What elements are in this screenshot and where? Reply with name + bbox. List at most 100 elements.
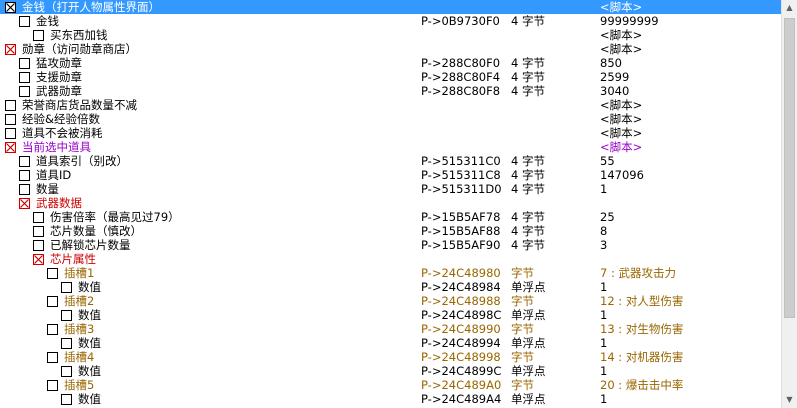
entry-value[interactable]: 8 (600, 224, 607, 238)
entry-value[interactable]: 1 (600, 280, 607, 294)
entry-address: P->15B5AF78 (421, 210, 501, 224)
table-row[interactable]: 道具ID P->515311C8 4 字节 147096 (0, 168, 781, 182)
table-row[interactable]: 插槽4 P->24C48998 字节 14 : 对机器伤害 (0, 350, 781, 364)
table-row[interactable]: 数值 P->24C489A4 单浮点 1 (0, 392, 781, 406)
activate-checkbox[interactable] (47, 352, 58, 363)
table-row[interactable]: 插槽3 P->24C48990 字节 13 : 对生物伤害 (0, 322, 781, 336)
table-row[interactable]: 武器数据 (0, 196, 781, 210)
activate-checkbox[interactable] (61, 310, 72, 321)
activate-checkbox[interactable] (5, 142, 16, 153)
table-row[interactable]: 数量 P->515311D0 4 字节 1 (0, 182, 781, 196)
entry-value[interactable]: 55 (600, 154, 615, 168)
table-row[interactable]: 数值 P->24C4898C 单浮点 1 (0, 308, 781, 322)
entry-type: 单浮点 (511, 336, 546, 350)
activate-checkbox[interactable] (33, 30, 44, 41)
entry-address: P->24C4898C (421, 308, 502, 322)
table-row[interactable]: 经验&经验倍数 <脚本> (0, 112, 781, 126)
entry-value[interactable]: 1 (600, 392, 607, 406)
table-row[interactable]: 插槽5 P->24C489A0 字节 20 : 爆击击中率 (0, 378, 781, 392)
vertical-scrollbar[interactable]: ▲ ▼ (781, 0, 797, 408)
table-row[interactable]: 插槽1 P->24C48980 字节 7 : 武器攻击力 (0, 266, 781, 280)
entry-value[interactable]: 14 : 对机器伤害 (600, 350, 683, 364)
activate-checkbox[interactable] (61, 394, 72, 405)
entry-address: P->24C48980 (421, 266, 501, 280)
activate-checkbox[interactable] (61, 338, 72, 349)
activate-checkbox[interactable] (19, 16, 30, 27)
table-row[interactable]: 勋章（访问勋章商店） <脚本> (0, 42, 781, 56)
entry-address: P->15B5AF88 (421, 224, 501, 238)
activate-checkbox[interactable] (19, 198, 30, 209)
entry-value[interactable]: <脚本> (600, 126, 642, 140)
activate-checkbox[interactable] (33, 226, 44, 237)
activate-checkbox[interactable] (19, 72, 30, 83)
entry-description: 插槽5 (64, 378, 95, 392)
table-row[interactable]: 芯片数量（慎改） P->15B5AF88 4 字节 8 (0, 224, 781, 238)
table-row[interactable]: 猛攻勋章 P->288C80F0 4 字节 850 (0, 56, 781, 70)
table-row[interactable]: 数值 P->24C48984 单浮点 1 (0, 280, 781, 294)
entry-value[interactable]: 1 (600, 336, 607, 350)
activate-checkbox[interactable] (19, 156, 30, 167)
entry-value[interactable]: 12 : 对人型伤害 (600, 294, 683, 308)
entry-type: 4 字节 (511, 154, 545, 168)
table-row[interactable]: 道具不会被消耗 <脚本> (0, 126, 781, 140)
activate-checkbox[interactable] (5, 100, 16, 111)
entry-value[interactable]: 1 (600, 308, 607, 322)
entry-value[interactable]: 13 : 对生物伤害 (600, 322, 683, 336)
table-row[interactable]: 武器勋章 P->288C80F8 4 字节 3040 (0, 84, 781, 98)
activate-checkbox[interactable] (5, 114, 16, 125)
entry-type: 4 字节 (511, 182, 545, 196)
activate-checkbox[interactable] (5, 2, 16, 13)
entry-value[interactable]: 147096 (600, 168, 644, 182)
entry-value[interactable]: <脚本> (600, 0, 642, 14)
entry-value[interactable]: <脚本> (600, 28, 642, 42)
entry-value[interactable]: 7 : 武器攻击力 (600, 266, 676, 280)
activate-checkbox[interactable] (47, 268, 58, 279)
activate-checkbox[interactable] (33, 212, 44, 223)
entry-value[interactable]: 2599 (600, 70, 629, 84)
activate-checkbox[interactable] (19, 86, 30, 97)
table-row[interactable]: 买东西加钱 <脚本> (0, 28, 781, 42)
entry-value[interactable]: 1 (600, 182, 607, 196)
entry-value[interactable]: 850 (600, 56, 622, 70)
activate-checkbox[interactable] (33, 240, 44, 251)
scroll-thumb[interactable] (784, 18, 795, 318)
entry-value[interactable]: 25 (600, 210, 615, 224)
activate-checkbox[interactable] (47, 380, 58, 391)
table-row[interactable]: 金钱 P->0B9730F0 4 字节 99999999 (0, 14, 781, 28)
entry-value[interactable]: 1 (600, 364, 607, 378)
activate-checkbox[interactable] (61, 366, 72, 377)
table-row[interactable]: 数值 P->24C4899C 单浮点 1 (0, 364, 781, 378)
activate-checkbox[interactable] (19, 58, 30, 69)
scroll-down-arrow-icon[interactable]: ▼ (782, 392, 797, 408)
table-row[interactable]: 芯片属性 (0, 252, 781, 266)
table-row[interactable]: 伤害倍率（最高见过79） P->15B5AF78 4 字节 25 (0, 210, 781, 224)
table-row[interactable]: 数值 P->24C48994 单浮点 1 (0, 336, 781, 350)
activate-checkbox[interactable] (47, 296, 58, 307)
entry-value[interactable]: 99999999 (600, 14, 659, 28)
table-row[interactable]: 当前选中道具 <脚本> (0, 140, 781, 154)
entry-value[interactable]: <脚本> (600, 112, 642, 126)
entry-value[interactable]: 3 (600, 238, 607, 252)
scroll-up-arrow-icon[interactable]: ▲ (782, 0, 797, 16)
entry-value[interactable]: <脚本> (600, 140, 642, 154)
entry-description: 数值 (78, 280, 101, 294)
table-row[interactable]: 道具索引（别改） P->515311C0 4 字节 55 (0, 154, 781, 168)
table-row[interactable]: 插槽2 P->24C48988 字节 12 : 对人型伤害 (0, 294, 781, 308)
entry-description: 支援勋章 (36, 70, 82, 84)
activate-checkbox[interactable] (61, 282, 72, 293)
activate-checkbox[interactable] (5, 128, 16, 139)
entry-value[interactable]: 3040 (600, 84, 629, 98)
table-row[interactable]: 已解锁芯片数量 P->15B5AF90 4 字节 3 (0, 238, 781, 252)
table-row[interactable]: 荣誉商店货品数量不减 <脚本> (0, 98, 781, 112)
x-mark-icon (6, 143, 15, 152)
entry-value[interactable]: <脚本> (600, 42, 642, 56)
table-row[interactable]: 支援勋章 P->288C80F4 4 字节 2599 (0, 70, 781, 84)
activate-checkbox[interactable] (19, 184, 30, 195)
table-row[interactable]: 金钱（打开人物属性界面） <脚本> (0, 0, 781, 14)
activate-checkbox[interactable] (5, 44, 16, 55)
activate-checkbox[interactable] (47, 324, 58, 335)
activate-checkbox[interactable] (19, 170, 30, 181)
activate-checkbox[interactable] (33, 254, 44, 265)
entry-value[interactable]: 20 : 爆击击中率 (600, 378, 683, 392)
entry-value[interactable]: <脚本> (600, 98, 642, 112)
